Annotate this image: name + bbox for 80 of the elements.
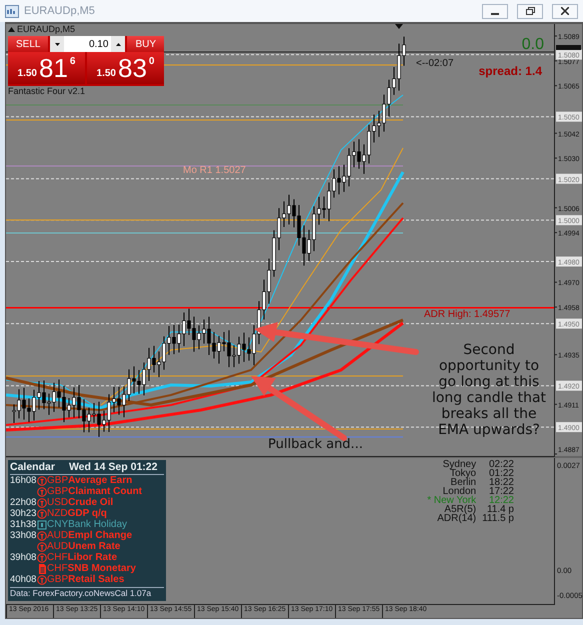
candle-countdown: <--02:07: [416, 58, 454, 69]
impact-icon: [37, 574, 47, 584]
close-icon: [561, 7, 569, 15]
window-title: EURAUDp,M5: [24, 5, 95, 17]
sell-button[interactable]: SELL: [8, 36, 48, 52]
session-name: A5R(5): [444, 505, 476, 514]
event-title: Libor Rate: [68, 552, 118, 563]
session-value: 18:22: [488, 478, 514, 487]
impact-icon: [37, 498, 47, 508]
event-time: 39h08: [10, 552, 37, 563]
caret-up-icon: [116, 42, 121, 46]
level-label: ADR High: 1.49577: [424, 309, 510, 320]
restore-button[interactable]: [517, 4, 543, 18]
event-currency: AUD: [47, 541, 68, 552]
event-title: Unem Rate: [68, 541, 120, 552]
holiday-icon: [37, 520, 47, 530]
impact-icon: [37, 476, 47, 486]
restore-icon: [526, 7, 534, 15]
event-title: Crude Oil: [68, 497, 114, 508]
chart-window-icon: [5, 4, 19, 18]
session-name: ADR(14): [436, 514, 476, 523]
event-currency: NZD: [47, 508, 68, 519]
current-price-marker: [556, 45, 581, 50]
event-title: Average Earn: [68, 475, 132, 486]
chart-symbol: EURAUDp,M5: [17, 24, 76, 34]
minimize-button[interactable]: [482, 4, 508, 18]
session-name: London: [442, 487, 476, 496]
calendar-title: Calendar: [10, 461, 55, 473]
session-value: 17:22: [488, 487, 514, 496]
profit-value: 0.0: [522, 36, 544, 54]
annotation-text: Pullback and...: [268, 437, 363, 452]
session-name: * New York: [427, 496, 476, 505]
session-name: Sydney: [442, 460, 476, 469]
session-value: 02:22: [488, 460, 514, 469]
event-title: GDP q/q: [68, 508, 107, 519]
event-time: 16h08: [10, 475, 37, 486]
session-value: 01:22: [488, 469, 514, 478]
event-currency: GBP: [47, 475, 68, 486]
caret-down-icon: [54, 42, 60, 46]
event-time: 33h08: [10, 530, 37, 541]
calendar-date: Wed 14 Sep 01:22: [68, 461, 158, 473]
event-currency: GBP: [47, 486, 68, 497]
session-value: 12:22: [488, 496, 514, 505]
buy-button[interactable]: BUY: [127, 36, 164, 52]
document-icon: [37, 564, 47, 574]
event-title: Bank Holiday: [68, 519, 128, 530]
indicator-name: Fantastic Four v2.1: [8, 86, 86, 96]
increase-button[interactable]: [111, 36, 126, 52]
event-currency: CHF: [47, 563, 68, 574]
event-currency: CNY: [47, 519, 68, 530]
event-title: Retail Sales: [68, 574, 124, 585]
session-name: Berlin: [450, 478, 476, 487]
session-name: Tokyo: [450, 469, 476, 478]
data-source: Data: ForexFactory.co: [10, 588, 94, 598]
impact-icon: [37, 486, 47, 496]
decrease-button[interactable]: [50, 36, 64, 52]
event-time: 30h23: [10, 508, 37, 519]
event-currency: AUD: [47, 530, 68, 541]
lot-size-field[interactable]: 0.10: [64, 36, 112, 52]
session-value: 11.4 p: [486, 505, 514, 514]
version-label: NewsCal 1.07a: [93, 588, 152, 598]
impact-icon: [37, 508, 47, 518]
collapse-icon[interactable]: [8, 26, 15, 32]
event-currency: GBP: [47, 574, 68, 585]
impact-icon: [37, 530, 47, 540]
event-title: SNB Monetary: [68, 563, 136, 574]
impact-icon: [37, 552, 47, 562]
spread-value: spread: 1.4: [478, 64, 542, 78]
event-time: 22h08: [10, 497, 37, 508]
event-title: Empl Change: [68, 530, 132, 541]
event-currency: USD: [47, 497, 68, 508]
event-title: Claimant Count: [68, 486, 142, 497]
event-time: 31h38: [10, 519, 37, 530]
event-time: 40h08: [10, 574, 37, 585]
impact-icon: [37, 542, 47, 552]
event-currency: CHF: [47, 552, 68, 563]
shift-marker-icon: [395, 24, 403, 29]
session-value: 111.5 p: [482, 514, 514, 523]
close-button[interactable]: [552, 4, 578, 18]
level-label: Mo R1 1.5027: [183, 165, 246, 176]
